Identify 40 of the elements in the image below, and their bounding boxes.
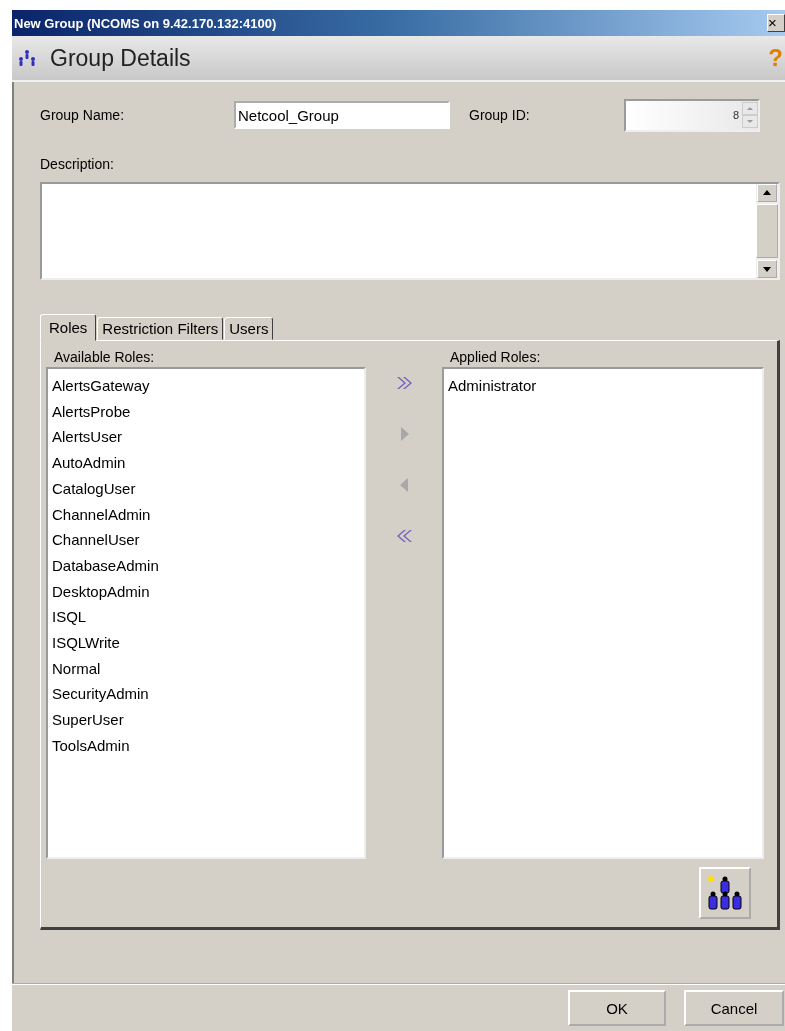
- field-label: Group ID:: [469, 107, 531, 123]
- list-item[interactable]: ToolsAdmin: [52, 732, 360, 759]
- people-icon: [705, 873, 745, 913]
- scrollbar[interactable]: [756, 184, 778, 278]
- window-title: New Group (NCOMS on 9.42.170.132:4100): [14, 15, 278, 31]
- spin-up-icon: [742, 102, 758, 115]
- people-icon: [18, 49, 36, 67]
- description-field[interactable]: [40, 182, 780, 280]
- scroll-up-icon: [757, 184, 777, 202]
- spin-down-icon: [742, 115, 758, 128]
- list-item[interactable]: SuperUser: [52, 707, 360, 733]
- list-item[interactable]: DatabaseAdmin: [52, 552, 360, 579]
- list-item[interactable]: Administrator: [448, 373, 758, 399]
- list-item[interactable]: CatalogUser: [52, 475, 360, 502]
- group-id-spinner[interactable]: 8: [624, 98, 760, 132]
- list-item[interactable]: AutoAdmin: [52, 450, 360, 476]
- tab[interactable]: Roles: [40, 314, 97, 341]
- group-name-field[interactable]: Netcool_Group: [234, 101, 450, 129]
- dialog-button[interactable]: Cancel: [684, 990, 784, 1026]
- tab[interactable]: Users: [224, 317, 274, 340]
- field-label: Description:: [40, 156, 115, 172]
- list-item[interactable]: DesktopAdmin: [52, 578, 360, 605]
- list-item[interactable]: ChannelUser: [52, 527, 360, 553]
- section-title: Group Details: [50, 44, 191, 72]
- list-item[interactable]: SecurityAdmin: [52, 681, 360, 708]
- list-label: Applied Roles:: [450, 349, 542, 367]
- scroll-down-icon: [757, 260, 777, 278]
- list-label: Available Roles:: [54, 349, 156, 367]
- tab[interactable]: Restriction Filters: [97, 317, 224, 340]
- close-button[interactable]: ×: [767, 14, 785, 32]
- list-item[interactable]: ISQLWrite: [52, 630, 360, 656]
- users-button[interactable]: [699, 867, 751, 919]
- list-item[interactable]: AlertsGateway: [52, 373, 360, 399]
- list-item[interactable]: Normal: [52, 655, 360, 682]
- list-item[interactable]: ChannelAdmin: [52, 501, 360, 528]
- dialog-button[interactable]: OK: [568, 990, 666, 1026]
- list-item[interactable]: AlertsProbe: [52, 398, 360, 425]
- field-label: Group Name:: [40, 107, 126, 123]
- list-item[interactable]: ISQL: [52, 604, 360, 631]
- list-item[interactable]: AlertsUser: [52, 424, 360, 451]
